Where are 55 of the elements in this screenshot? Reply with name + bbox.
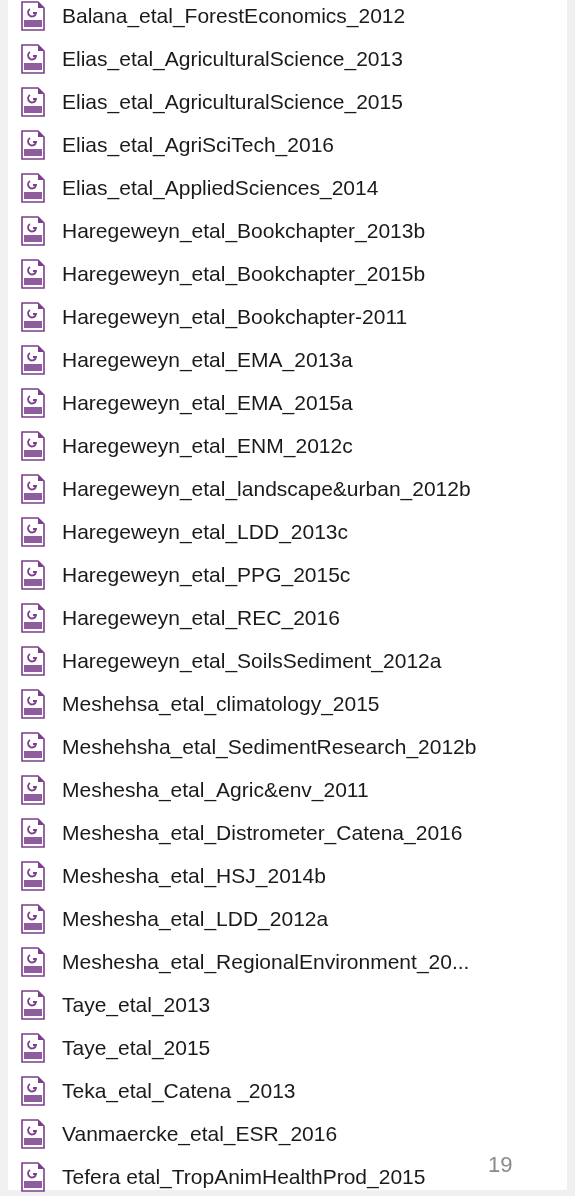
pdf-file-icon xyxy=(20,688,46,719)
file-name[interactable]: Haregeweyn_etal_ENM_2012c xyxy=(62,429,353,462)
pdf-file-icon xyxy=(20,645,46,676)
file-name[interactable]: Taye_etal_2015 xyxy=(62,1031,211,1064)
file-name[interactable]: Haregeweyn_etal_REC_2016 xyxy=(62,601,340,634)
file-name[interactable]: Tefera etal_TropAnimHealthProd_2015 xyxy=(62,1160,426,1193)
pdf-file-icon xyxy=(20,258,46,289)
pdf-file-icon xyxy=(20,473,46,504)
file-name[interactable]: Haregeweyn_etal_LDD_2013c xyxy=(62,515,349,548)
file-name[interactable]: Meshehsa_etal_climatology_2015 xyxy=(62,687,380,720)
pdf-file-icon xyxy=(20,1075,46,1106)
pdf-file-icon xyxy=(20,86,46,117)
pdf-file-icon xyxy=(20,129,46,160)
pdf-file-icon xyxy=(20,946,46,977)
file-name[interactable]: Meshesha_etal_HSJ_2014b xyxy=(62,859,326,892)
file-name[interactable]: Vanmaercke_etal_ESR_2016 xyxy=(62,1117,338,1150)
file-name[interactable]: Balana_etal_ForestEconomics_2012 xyxy=(62,0,406,32)
pdf-file-icon xyxy=(20,516,46,547)
pdf-file-icon xyxy=(20,860,46,891)
file-name[interactable]: Haregeweyn_etal_Bookchapter_2013b xyxy=(62,214,426,247)
pdf-file-icon xyxy=(20,430,46,461)
file-name[interactable]: Elias_etal_AgriculturalScience_2013 xyxy=(62,42,403,75)
pdf-file-icon xyxy=(20,602,46,633)
page-number: 19 xyxy=(488,1154,513,1176)
pdf-file-icon xyxy=(20,774,46,805)
file-name[interactable]: Haregeweyn_etal_SoilsSediment_2012a xyxy=(62,644,442,677)
file-name[interactable]: Meshehsha_etal_SedimentResearch_2012b xyxy=(62,730,477,763)
file-name[interactable]: Haregeweyn_etal_Bookchapter-2011 xyxy=(62,300,408,333)
file-name[interactable]: Meshesha_etal_LDD_2012a xyxy=(62,902,329,935)
pdf-file-icon xyxy=(20,1032,46,1063)
file-name[interactable]: Haregeweyn_etal_Bookchapter_2015b xyxy=(62,257,426,290)
file-name[interactable]: Haregeweyn_etal_PPG_2015c xyxy=(62,558,351,591)
file-name[interactable]: Meshesha_etal_Distrometer_Catena_2016 xyxy=(62,816,463,849)
pdf-file-icon xyxy=(20,559,46,590)
file-name[interactable]: Meshesha_etal_Agric&env_2011 xyxy=(62,773,369,806)
file-name[interactable]: Haregeweyn_etal_EMA_2015a xyxy=(62,386,353,419)
pdf-file-icon xyxy=(20,301,46,332)
file-name[interactable]: Elias_etal_AgriculturalScience_2015 xyxy=(62,85,403,118)
pdf-file-icon xyxy=(20,903,46,934)
pdf-file-icon xyxy=(20,731,46,762)
file-name[interactable]: Haregeweyn_etal_EMA_2013a xyxy=(62,343,353,376)
file-name[interactable]: Meshesha_etal_RegionalEnvironment_20... xyxy=(62,945,470,978)
file-name[interactable]: Haregeweyn_etal_landscape&urban_2012b xyxy=(62,472,471,505)
file-name[interactable]: Elias_etal_AppliedSciences_2014 xyxy=(62,171,379,204)
pdf-file-icon xyxy=(20,1118,46,1149)
pdf-file-icon xyxy=(20,344,46,375)
pdf-file-icon xyxy=(20,817,46,848)
pdf-file-icon xyxy=(20,43,46,74)
pdf-file-icon xyxy=(20,215,46,246)
pdf-file-icon xyxy=(20,172,46,203)
file-name[interactable]: Teka_etal_Catena _2013 xyxy=(62,1074,296,1107)
pdf-file-icon xyxy=(20,989,46,1020)
file-name[interactable]: Elias_etal_AgriSciTech_2016 xyxy=(62,128,334,161)
file-name[interactable]: Taye_etal_2013 xyxy=(62,988,211,1021)
pdf-file-icon xyxy=(20,387,46,418)
